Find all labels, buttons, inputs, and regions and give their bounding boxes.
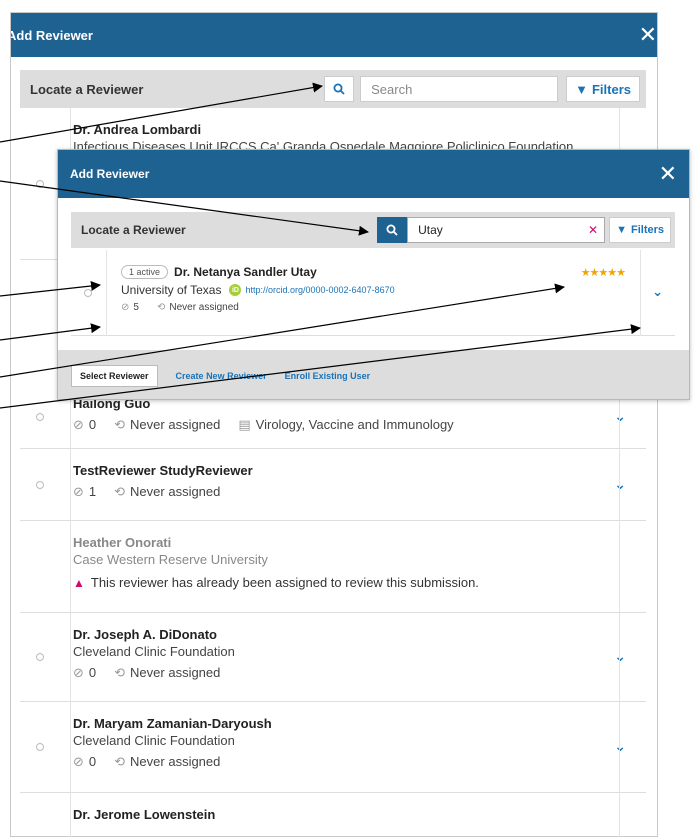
modal-title: Add Reviewer: [70, 167, 150, 181]
list-item[interactable]: Dr. Maryam Zamanian-Daryoush Cleveland C…: [20, 702, 646, 793]
create-new-reviewer-link[interactable]: Create New Reviewer: [176, 371, 267, 381]
already-assigned-warning: ▲ This reviewer has already been assigne…: [73, 575, 646, 590]
list-item: Heather Onorati Case Western Reserve Uni…: [20, 521, 646, 613]
filters-label: Filters: [630, 224, 664, 236]
assigned-status: Never assigned: [130, 484, 221, 499]
chevron-down-icon[interactable]: ⌄: [614, 648, 626, 665]
check-circle-icon: ⊘: [73, 484, 84, 499]
filters-button[interactable]: ▼ Filters: [609, 217, 671, 243]
reviewer-affiliation: Cleveland Clinic Foundation: [73, 644, 235, 659]
select-radio[interactable]: [36, 480, 44, 489]
orcid-link[interactable]: iD http://orcid.org/0000-0002-6407-8670: [229, 284, 395, 296]
reviewer-name: Heather Onorati: [73, 535, 172, 550]
column-divider: [640, 250, 641, 336]
history-icon: ⟲: [114, 754, 126, 769]
assigned-status: Never assigned: [130, 417, 221, 432]
select-radio[interactable]: [36, 413, 44, 421]
review-count: 0: [88, 665, 97, 680]
check-circle-icon: ⊘: [73, 665, 84, 680]
select-radio[interactable]: [36, 179, 44, 188]
reviewer-affiliation: Cleveland Clinic Foundation: [73, 733, 235, 748]
list-item[interactable]: 1 active Dr. Netanya Sandler Utay Univer…: [71, 250, 675, 336]
close-icon[interactable]: ✕: [639, 24, 657, 46]
column-divider: [106, 250, 107, 336]
modal-title: Add Reviewer: [10, 27, 93, 43]
reviewer-meta: ⊘ 0 ⟲ Never assigned: [73, 754, 646, 770]
assigned-status: Never assigned: [169, 302, 239, 313]
filters-button[interactable]: ▼ Filters: [566, 76, 640, 102]
chevron-down-icon[interactable]: ⌄: [652, 284, 663, 300]
clear-icon[interactable]: ✕: [588, 223, 598, 237]
review-count: 0: [88, 754, 97, 769]
reviewer-interest: Virology, Vaccine and Immunology: [255, 417, 454, 432]
orcid-icon: iD: [229, 284, 242, 296]
history-icon: ⟲: [114, 417, 126, 432]
reviewer-affiliation: Case Western Reserve University: [73, 552, 268, 567]
review-count: 1: [88, 484, 97, 499]
reviewer-name: Dr. Maryam Zamanian-Daryoush: [73, 716, 272, 731]
list-item[interactable]: TestReviewer StudyReviewer ⊘ 1 ⟲ Never ass…: [20, 449, 646, 521]
locate-title: Locate a Reviewer: [30, 81, 144, 97]
active-badge: 1 active: [121, 265, 169, 279]
reviewer-name: Dr. Joseph A. DiDonato: [73, 627, 217, 642]
chevron-down-icon[interactable]: ⌄: [614, 738, 626, 755]
modal-header: Add Reviewer ✕: [11, 13, 657, 57]
search-input[interactable]: Search: [360, 76, 559, 102]
reviewer-name: Dr. Jerome Lowenstein: [73, 807, 216, 822]
orcid-url: http://orcid.org/0000-0002-6407-8670: [245, 285, 395, 295]
reviewer-affiliation: University of Texas: [121, 283, 222, 297]
filters-label: Filters: [591, 81, 631, 97]
filter-icon: ▼: [575, 81, 588, 97]
chevron-down-icon[interactable]: ⌄: [614, 476, 626, 493]
chevron-down-icon[interactable]: ⌄: [614, 408, 626, 425]
reviewer-summary: 1 active Dr. Netanya Sandler Utay Univer…: [121, 265, 395, 313]
search-input[interactable]: Utay ✕: [407, 217, 606, 243]
check-circle-icon: ⊘: [121, 302, 130, 313]
search-button[interactable]: [324, 76, 355, 102]
reviewer-name: Dr. Andrea Lombardi: [73, 122, 202, 137]
assigned-status: Never assigned: [130, 754, 221, 769]
history-icon: ⟲: [114, 665, 126, 680]
select-reviewer-button[interactable]: Select Reviewer: [71, 364, 158, 387]
locate-title: Locate a Reviewer: [81, 223, 186, 237]
warning-text: This reviewer has already been assigned …: [90, 575, 479, 590]
list-item[interactable]: Dr. Joseph A. DiDonato Cleveland Clinic …: [20, 613, 646, 702]
close-icon[interactable]: ✕: [659, 161, 677, 187]
select-radio[interactable]: [36, 743, 44, 751]
search-icon: [386, 224, 398, 236]
reviewer-meta: ⊘ 0 ⟲ Never assigned: [73, 665, 646, 681]
warning-icon: ▲: [73, 575, 85, 590]
check-circle-icon: ⊘: [73, 754, 84, 769]
search-value: Utay: [418, 223, 443, 237]
review-count: 5: [133, 302, 139, 313]
modal-header: Add Reviewer ✕: [58, 150, 689, 198]
review-count: 0: [88, 417, 97, 432]
add-reviewer-modal-front: Add Reviewer ✕ Locate a Reviewer Utay ✕ …: [57, 149, 690, 400]
select-radio[interactable]: [84, 288, 92, 297]
reviewer-name: Dr. Netanya Sandler Utay: [174, 265, 317, 279]
check-circle-icon: ⊘: [73, 417, 84, 432]
enroll-existing-user-link[interactable]: Enroll Existing User: [285, 371, 371, 381]
locate-reviewer-bar: Locate a Reviewer Search ▼ Filters: [20, 70, 646, 108]
reviewer-meta: ⊘ 0 ⟲ Never assigned ▤ Virology, Vaccine an…: [73, 417, 646, 433]
history-icon: ⟲: [114, 484, 126, 499]
assigned-status: Never assigned: [130, 665, 221, 680]
list-item[interactable]: Dr. Jerome Lowenstein: [20, 793, 646, 833]
locate-reviewer-bar: Locate a Reviewer Utay ✕ ▼ Filters: [71, 212, 675, 248]
search-icon: [333, 83, 345, 95]
reviewer-name: TestReviewer StudyReviewer: [73, 463, 253, 478]
rating-stars: ★★★★★: [580, 267, 626, 279]
filter-icon: ▼: [616, 224, 627, 236]
select-radio[interactable]: [36, 653, 44, 661]
book-icon: ▤: [238, 417, 251, 432]
reviewer-meta: ⊘ 1 ⟲ Never assigned: [73, 484, 646, 500]
history-icon: ⟲: [156, 302, 166, 313]
modal-footer: Select Reviewer Create New Reviewer Enro…: [58, 350, 689, 399]
search-button[interactable]: [377, 217, 408, 243]
